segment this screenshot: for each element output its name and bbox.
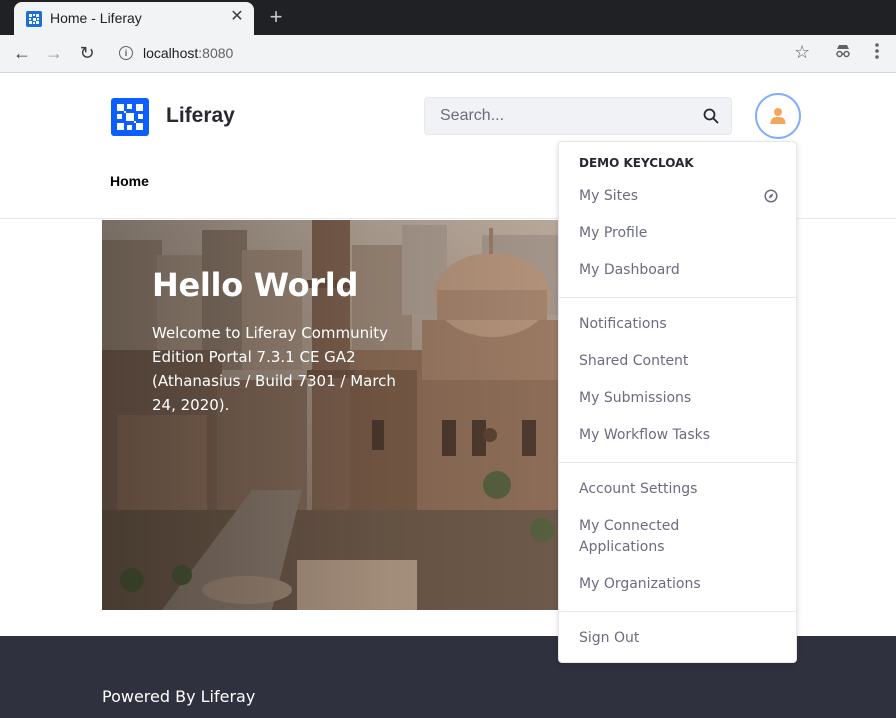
menu-divider — [559, 297, 796, 298]
close-tab-icon[interactable]: ✕ — [228, 8, 246, 26]
browser-menu-icon[interactable] — [870, 42, 884, 61]
menu-item-my-dashboard[interactable]: My Dashboard — [579, 260, 779, 281]
menu-item-label: My Submissions — [579, 390, 692, 406]
site-name[interactable]: Liferay — [166, 104, 235, 128]
browser-tab-bar: Home - Liferay ✕ + — [0, 0, 896, 35]
liferay-favicon-icon — [26, 11, 42, 27]
menu-item-sign-out[interactable]: Sign Out — [579, 628, 779, 649]
hero-description: Welcome to Liferay Community Edition Por… — [152, 324, 396, 414]
url-host: localhost — [143, 45, 199, 61]
menu-item-notifications[interactable]: Notifications — [579, 314, 779, 335]
search-icon[interactable] — [703, 108, 719, 124]
site-info-icon[interactable]: i — [119, 46, 133, 60]
menu-item-label: Notifications — [579, 316, 667, 332]
forward-arrow-icon[interactable]: → — [43, 42, 65, 64]
menu-item-label: Shared Content — [579, 353, 689, 369]
avatar — [760, 98, 796, 134]
liferay-logo-icon[interactable] — [111, 98, 149, 136]
menu-item-label: Account Settings — [579, 481, 698, 497]
back-arrow-icon[interactable]: ← — [11, 42, 33, 64]
incognito-icon[interactable] — [835, 43, 851, 63]
menu-item-shared-content[interactable]: Shared Content — [579, 351, 779, 372]
user-avatar-button[interactable] — [755, 93, 801, 139]
menu-item-label: Sign Out — [579, 630, 640, 646]
bookmark-star-icon[interactable]: ☆ — [794, 42, 810, 63]
user-menu-header: DEMO KEYCLOAK — [579, 156, 694, 170]
hero-title: Hello World — [152, 266, 359, 304]
menu-item-label: My Workflow Tasks — [579, 427, 711, 443]
footer-powered-by[interactable]: Powered By Liferay — [102, 687, 255, 706]
menu-item-my-profile[interactable]: My Profile — [579, 223, 779, 244]
compass-icon[interactable] — [764, 189, 778, 203]
address-bar[interactable]: localhost:8080 — [143, 45, 233, 61]
search-input[interactable] — [425, 98, 715, 134]
user-menu-dropdown: DEMO KEYCLOAK My Sites My Profile My Das… — [558, 141, 797, 663]
menu-item-label: My Sites — [579, 188, 638, 204]
menu-item-my-organizations[interactable]: My Organizations — [579, 574, 779, 595]
nav-item-home[interactable]: Home — [110, 173, 149, 189]
hero-banner: Hello World Welcome to Liferay Community… — [102, 220, 558, 610]
menu-item-label: My Organizations — [579, 576, 701, 592]
url-port: :8080 — [198, 45, 234, 61]
menu-item-my-connected-applications[interactable]: My Connected Applications — [579, 516, 699, 558]
search-box — [424, 97, 732, 135]
menu-item-my-sites[interactable]: My Sites — [579, 186, 779, 207]
menu-item-account-settings[interactable]: Account Settings — [579, 479, 779, 500]
user-icon — [770, 108, 786, 124]
tab-title: Home - Liferay — [50, 10, 142, 26]
menu-item-label: My Dashboard — [579, 262, 680, 278]
menu-item-label: My Profile — [579, 225, 648, 241]
menu-item-my-submissions[interactable]: My Submissions — [579, 388, 779, 409]
browser-toolbar: ← → ↻ i localhost:8080 ☆ — [0, 35, 896, 73]
menu-divider — [559, 462, 796, 463]
menu-divider — [559, 611, 796, 612]
menu-item-my-workflow-tasks[interactable]: My Workflow Tasks — [579, 425, 779, 446]
menu-item-label: My Connected Applications — [579, 518, 680, 555]
reload-icon[interactable]: ↻ — [76, 42, 98, 64]
new-tab-icon[interactable]: + — [265, 6, 287, 28]
browser-tab[interactable]: Home - Liferay ✕ — [14, 2, 254, 35]
